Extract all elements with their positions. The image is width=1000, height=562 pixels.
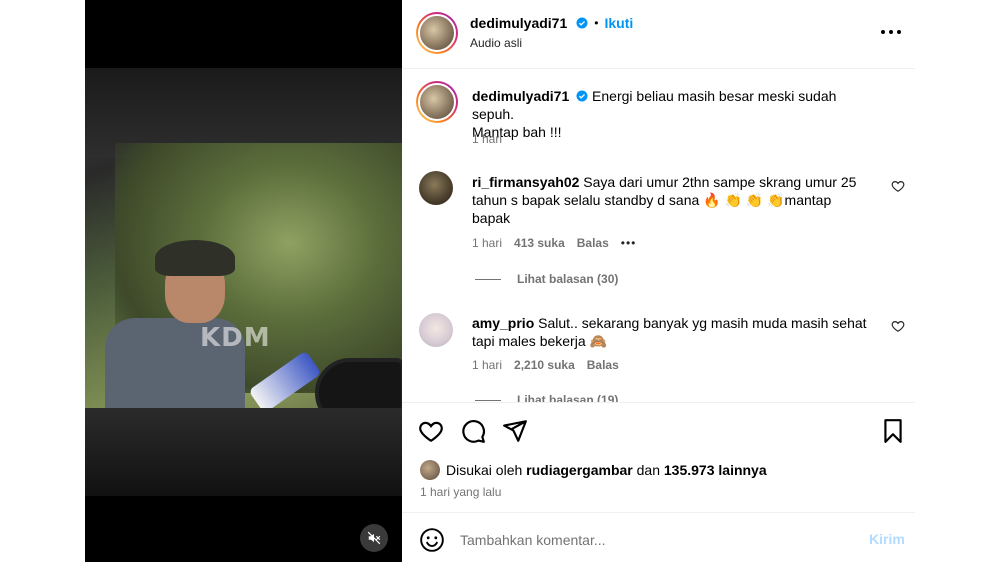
likes-summary: Disukai oleh rudiagergambar dan 135.973 … (420, 460, 767, 480)
replies-divider (475, 399, 501, 401)
more-options-icon[interactable] (879, 22, 903, 42)
liker-avatar[interactable] (420, 460, 440, 480)
comments-section[interactable]: dedimulyadi71 Energi beliau masih besar … (402, 69, 915, 402)
post-side-panel: dedimulyadi71 • Ikuti Audio asli dedimul… (402, 0, 915, 562)
comment-composer: Kirim (402, 512, 915, 562)
comment-line-1: Saya dari umur 2thn sampe skrang umur 25 (583, 174, 857, 190)
video-panel[interactable]: KDM (85, 0, 402, 562)
comment-likes[interactable]: 2,210 suka (514, 358, 575, 372)
caption-username[interactable]: dedimulyadi71 (472, 88, 569, 104)
comment-meta: 1 hari 2,210 suka Balas (472, 358, 619, 372)
verified-icon (576, 17, 588, 29)
video-watermark: KDM (200, 323, 271, 353)
author-username[interactable]: dedimulyadi71 (470, 15, 567, 31)
comment-time: 1 hari (472, 358, 503, 372)
car-door (85, 408, 402, 496)
view-replies-button[interactable]: Lihat balasan (19) (475, 393, 618, 402)
reply-button[interactable]: Balas (587, 358, 619, 372)
commenter-avatar[interactable] (419, 171, 453, 205)
likes-count[interactable]: 135.973 lainnya (664, 462, 767, 478)
header-title-row: dedimulyadi71 • Ikuti (470, 15, 633, 31)
post-comment-button[interactable]: Kirim (869, 531, 905, 547)
emoji-icon[interactable] (419, 527, 445, 553)
post-time-ago: 1 hari yang lalu (420, 485, 502, 499)
comment-more-button[interactable]: ••• (621, 236, 637, 250)
caption-text: dedimulyadi71 Energi beliau masih besar … (472, 87, 872, 141)
comment-text: ri_firmansyah02 Saya dari umur 2thn samp… (472, 173, 872, 227)
caption-avatar-image (418, 83, 456, 121)
comment-username[interactable]: ri_firmansyah02 (472, 174, 579, 190)
view-replies-label: Lihat balasan (19) (517, 393, 619, 402)
mute-button[interactable] (360, 524, 388, 552)
bookmark-icon[interactable] (880, 418, 906, 444)
liker-username[interactable]: rudiagergambar (526, 462, 633, 478)
comment-line-2: tapi males bekerja 🙈 (472, 333, 607, 349)
person-beret (155, 240, 235, 276)
view-replies-label: Lihat balasan (30) (517, 272, 619, 286)
replies-divider (475, 278, 501, 280)
caption-meta: 1 hari (472, 132, 502, 146)
comment-text: amy_prio Salut.. sekarang banyak yg masi… (472, 314, 872, 350)
comment-line-2: tahun s bapak selalu standby d sana 🔥 👏 … (472, 192, 832, 208)
video-frame[interactable]: KDM (85, 68, 402, 496)
author-avatar-image (418, 14, 456, 52)
post-header: dedimulyadi71 • Ikuti Audio asli (402, 0, 915, 69)
verified-icon (576, 90, 588, 102)
comment-icon[interactable] (460, 418, 486, 444)
likes-middle: dan (636, 462, 660, 478)
share-icon[interactable] (502, 418, 528, 444)
comment-time: 1 hari (472, 236, 503, 250)
view-replies-button[interactable]: Lihat balasan (30) (475, 272, 618, 286)
commenter-avatar[interactable] (419, 313, 453, 347)
likes-prefix: Disukai oleh (446, 462, 523, 478)
separator-dot: • (594, 16, 599, 30)
caption-time: 1 hari (472, 132, 503, 146)
audio-label[interactable]: Audio asli (470, 36, 522, 50)
mute-icon (367, 531, 381, 545)
action-bar: Disukai oleh rudiagergambar dan 135.973 … (402, 402, 915, 512)
reply-button[interactable]: Balas (577, 236, 609, 250)
heart-icon[interactable] (891, 319, 905, 333)
comment-input[interactable] (460, 529, 840, 551)
caption-avatar[interactable] (416, 81, 458, 123)
comment-username[interactable]: amy_prio (472, 315, 534, 331)
comment-line-1: Salut.. sekarang banyak yg masih muda ma… (538, 315, 867, 331)
heart-icon[interactable] (891, 179, 905, 193)
comment-likes[interactable]: 413 suka (514, 236, 565, 250)
comment-meta: 1 hari 413 suka Balas ••• (472, 236, 636, 250)
comment-line-3: bapak (472, 210, 511, 226)
follow-button[interactable]: Ikuti (604, 15, 633, 31)
heart-icon[interactable] (418, 418, 444, 444)
author-avatar[interactable] (416, 12, 458, 54)
